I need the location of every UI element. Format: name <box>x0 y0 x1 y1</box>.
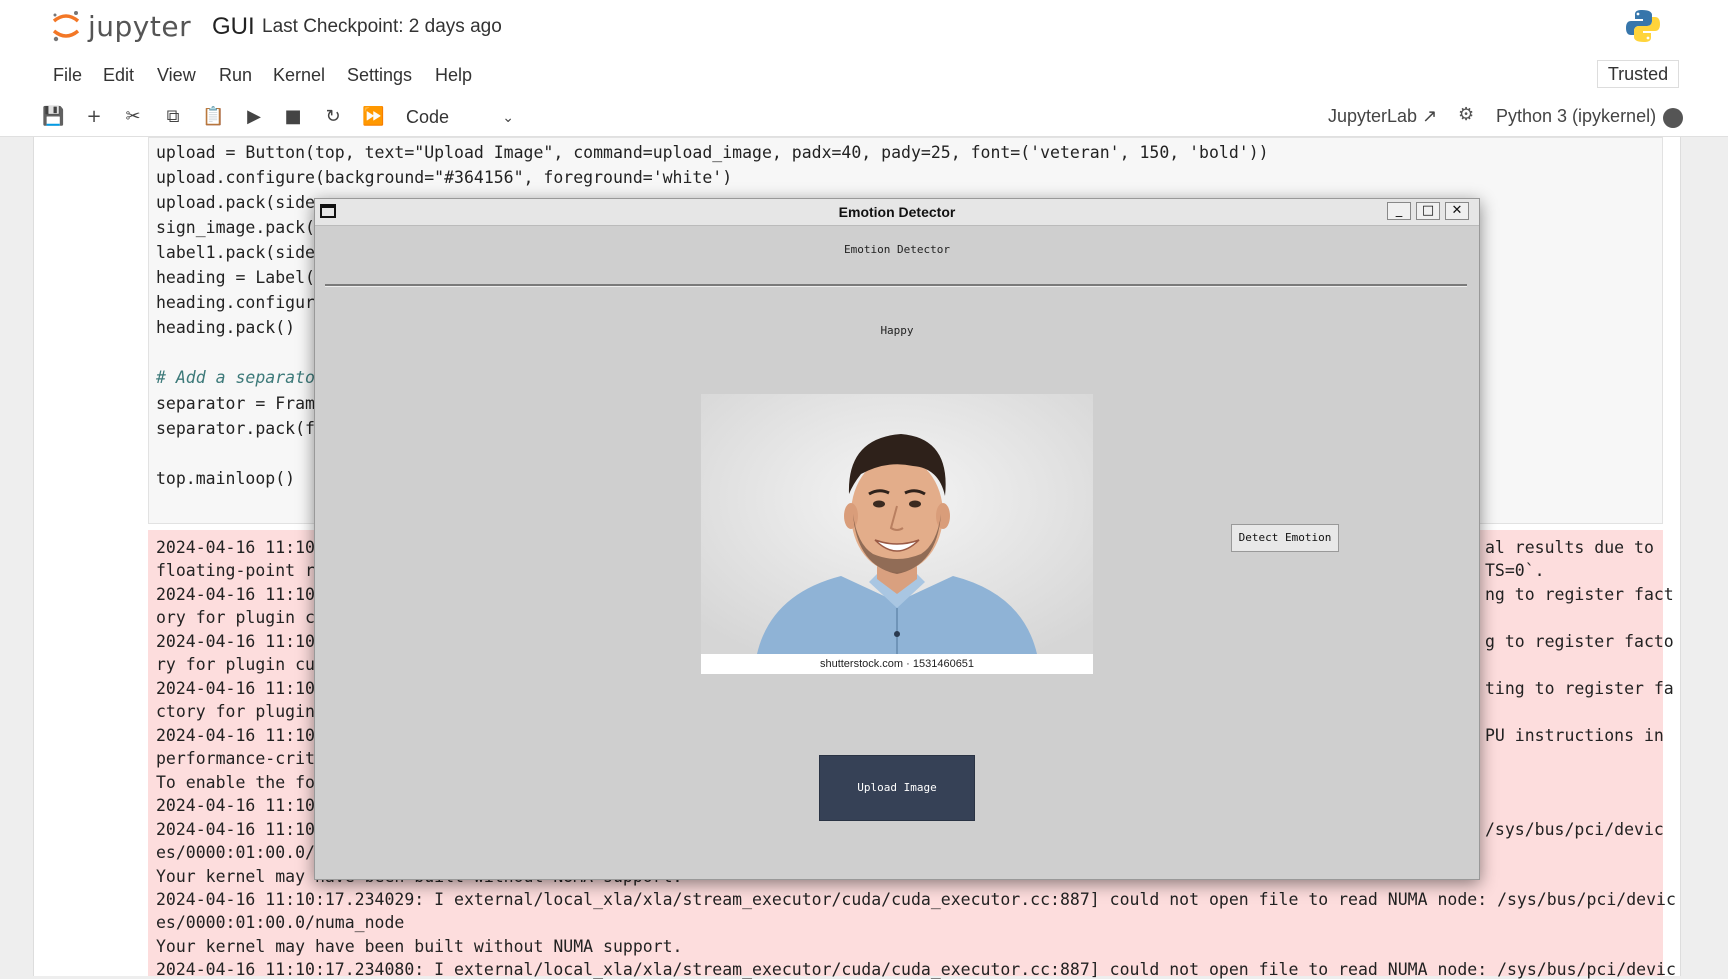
paste-icon[interactable]: 📋 <box>202 106 224 128</box>
stderr-line-tail: ting to register fa <box>1485 679 1674 698</box>
checkpoint-status: Last Checkpoint: 2 days ago <box>262 16 502 37</box>
stderr-line: ory for plugin c <box>156 608 315 627</box>
code-line: label1.pack(side <box>156 243 315 262</box>
jupyter-logo-text: jupyter <box>88 9 192 43</box>
code-line: sign_image.pack( <box>156 218 315 237</box>
stderr-line-tail: TS=0`. <box>1485 561 1545 580</box>
stderr-line-tail: g to register facto <box>1485 632 1674 651</box>
menu-run[interactable]: Run <box>219 65 252 86</box>
copy-icon[interactable]: ⧉ <box>162 106 184 128</box>
stderr-line: 2024-04-16 11:10 <box>156 726 315 745</box>
stderr-line: ry for plugin cu <box>156 655 315 674</box>
stderr-line-tail: /sys/bus/pci/devic <box>1485 820 1664 839</box>
python-logo-icon <box>1626 10 1660 42</box>
stderr-line-tail: al results due to <box>1485 538 1654 557</box>
stderr-line: 2024-04-16 11:10:17.234080: I external/l… <box>156 960 1676 979</box>
code-line: separator = Fram <box>156 394 315 413</box>
emotion-detector-window: Emotion Detector _ □ ✕ Emotion Detector … <box>314 198 1480 880</box>
minimize-button[interactable]: _ <box>1387 202 1411 220</box>
add-cell-icon[interactable]: + <box>83 106 105 128</box>
code-line: separator.pack(f <box>156 419 315 438</box>
stderr-line-tail: ng to register fact <box>1485 585 1674 604</box>
code-line-comment: # Add a separato <box>156 368 315 387</box>
stderr-line: To enable the fo <box>156 773 315 792</box>
jupyterlab-link[interactable]: JupyterLab ↗ <box>1328 106 1437 127</box>
notebook-header: jupyter GUI Last Checkpoint: 2 days ago <box>0 0 1728 55</box>
window-titlebar[interactable]: Emotion Detector _ □ ✕ <box>315 199 1479 226</box>
stderr-line: 2024-04-16 11:10:17.234029: I external/l… <box>156 890 1676 909</box>
notebook-title[interactable]: GUI <box>212 13 255 41</box>
code-line: heading.pack() <box>156 318 296 337</box>
code-line: heading = Label( <box>156 268 315 287</box>
stderr-line: Your kernel may have been built without … <box>156 937 683 956</box>
menu-help[interactable]: Help <box>435 65 472 86</box>
cell-type-select[interactable]: Code ⌄ <box>406 104 514 130</box>
menu-settings[interactable]: Settings <box>347 65 412 86</box>
code-line: heading.configur <box>156 293 315 312</box>
jupyter-logo[interactable]: jupyter <box>50 6 191 46</box>
stderr-line: performance-crit <box>156 749 315 768</box>
jupyterlab-link-label: JupyterLab <box>1328 106 1418 126</box>
stderr-line: 2024-04-16 11:10 <box>156 796 315 815</box>
cell-type-value: Code <box>406 107 450 127</box>
kernel-status-icon <box>1663 108 1683 128</box>
upload-image-button[interactable]: Upload Image <box>819 755 975 821</box>
code-line: upload.configure(background="#364156", f… <box>156 168 733 187</box>
stderr-line-tail: PU instructions in <box>1485 726 1664 745</box>
heading-label: Emotion Detector <box>844 243 950 256</box>
code-line: upload = Button(top, text="Upload Image"… <box>156 143 1269 162</box>
stderr-line: es/0000:01:00.0/ <box>156 843 315 862</box>
run-icon[interactable]: ▶ <box>243 106 265 128</box>
jupyter-logo-icon <box>52 11 80 42</box>
debugger-icon[interactable]: ⚙ <box>1458 104 1474 125</box>
code-line: upload.pack(side <box>156 193 315 212</box>
cut-icon[interactable]: ✂ <box>122 106 144 128</box>
detect-emotion-button[interactable]: Detect Emotion <box>1231 524 1339 552</box>
stderr-line: 2024-04-16 11:10 <box>156 679 315 698</box>
stderr-line: 2024-04-16 11:10 <box>156 538 315 557</box>
code-line: top.mainloop() <box>156 469 296 488</box>
menu-bar: File Edit View Run Kernel Settings Help <box>0 54 1728 98</box>
restart-icon[interactable]: ↻ <box>322 106 344 128</box>
menu-view[interactable]: View <box>157 65 196 86</box>
external-link-icon: ↗ <box>1422 106 1438 126</box>
stop-icon[interactable]: ■ <box>282 106 304 128</box>
image-caption: shutterstock.com · 1531460651 <box>701 654 1093 674</box>
chevron-down-icon: ⌄ <box>502 109 514 125</box>
person-photo <box>701 394 1093 654</box>
kernel-name[interactable]: Python 3 (ipykernel) <box>1496 106 1656 127</box>
fast-forward-icon[interactable]: ⏩ <box>362 106 384 128</box>
maximize-button[interactable]: □ <box>1416 202 1440 220</box>
uploaded-image: shutterstock.com · 1531460651 <box>701 394 1093 674</box>
stderr-line: 2024-04-16 11:10 <box>156 820 315 839</box>
stderr-line: 2024-04-16 11:10 <box>156 585 315 604</box>
save-icon[interactable]: 💾 <box>42 106 64 128</box>
stderr-line: es/0000:01:00.0/numa_node <box>156 913 405 932</box>
menu-file[interactable]: File <box>53 65 82 86</box>
emotion-result-label: Happy <box>880 324 914 337</box>
menu-edit[interactable]: Edit <box>103 65 134 86</box>
menu-kernel[interactable]: Kernel <box>273 65 325 86</box>
stderr-line: ctory for plugin <box>156 702 315 721</box>
trusted-indicator[interactable]: Trusted <box>1597 60 1679 88</box>
stderr-line: floating-point r <box>156 561 315 580</box>
stderr-line: 2024-04-16 11:10 <box>156 632 315 651</box>
window-title: Emotion Detector <box>838 204 956 220</box>
close-button[interactable]: ✕ <box>1445 202 1469 220</box>
separator <box>325 284 1467 287</box>
